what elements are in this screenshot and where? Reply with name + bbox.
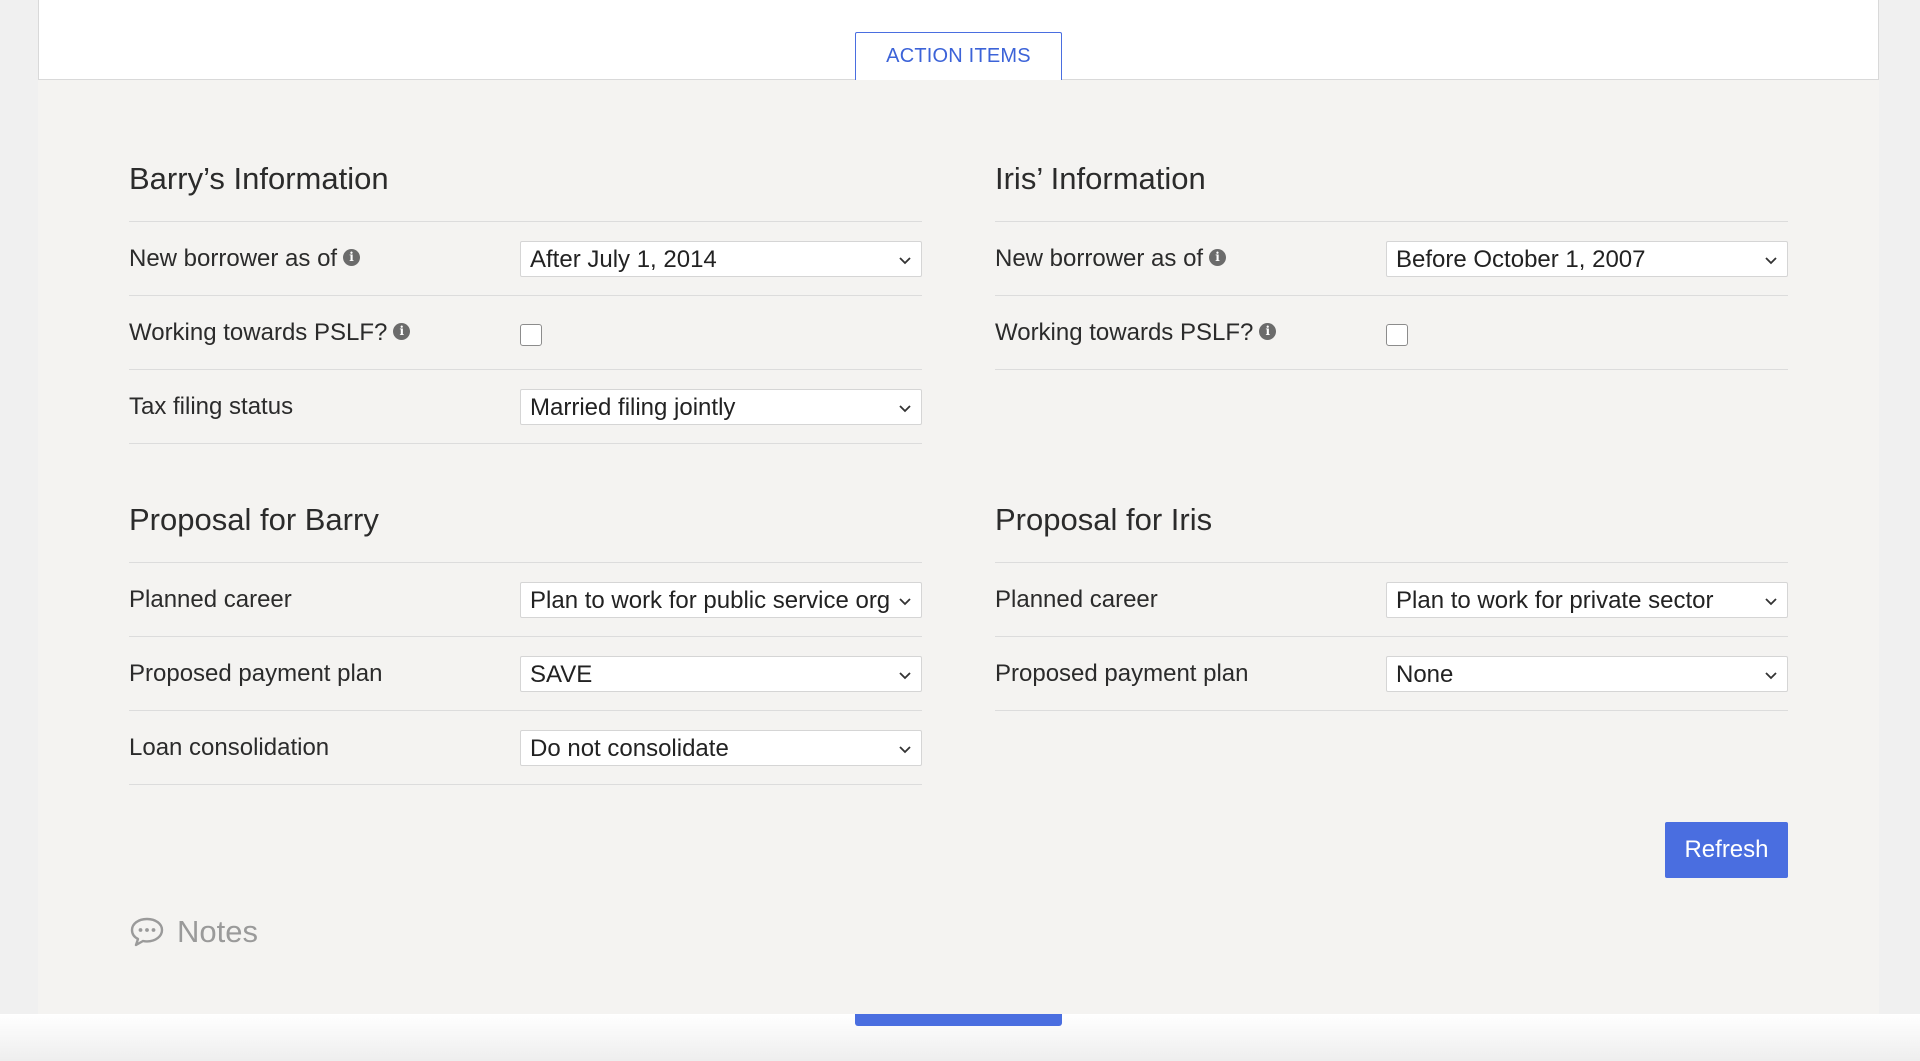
chat-bubble-icon — [130, 917, 164, 947]
select-loan-consolidation-barry[interactable]: Do not consolidate — [520, 730, 922, 766]
chevron-down-icon — [899, 405, 911, 413]
select-value: SAVE — [530, 661, 593, 688]
label-new-borrower: New borrower as of — [995, 245, 1204, 272]
section-title-iris-info: Iris’ Information — [995, 161, 1206, 196]
label-tax-filing: Tax filing status — [129, 393, 294, 420]
info-icon[interactable]: i — [1209, 249, 1227, 267]
label-new-borrower: New borrower as of — [129, 245, 338, 272]
chevron-down-icon — [899, 746, 911, 754]
row-tax-filing-barry: Tax filing status Married filing jointly — [129, 370, 922, 444]
row-planned-career-barry: Planned career Plan to work for public s… — [129, 563, 922, 637]
info-icon[interactable]: i — [343, 249, 361, 267]
info-icon[interactable]: i — [393, 323, 411, 341]
label-planned-career: Planned career — [995, 586, 1158, 613]
chevron-down-icon — [1765, 672, 1777, 680]
label-loan-consolidation: Loan consolidation — [129, 734, 330, 761]
notes-toggle[interactable]: Notes — [129, 910, 258, 954]
select-planned-career-iris[interactable]: Plan to work for private sector — [1386, 582, 1788, 618]
row-pslf-barry: Working towards PSLF? i — [129, 296, 922, 370]
select-payment-plan-iris[interactable]: None — [1386, 656, 1788, 692]
select-value: Before October 1, 2007 — [1396, 246, 1646, 273]
planner-panel: Barry’s Information New borrower as of i … — [38, 80, 1879, 1014]
chevron-down-icon — [1765, 598, 1777, 606]
notes-label: Notes — [177, 914, 258, 949]
row-new-borrower-barry: New borrower as of i After July 1, 2014 — [129, 222, 922, 296]
label-payment-plan: Proposed payment plan — [995, 660, 1249, 687]
checkbox-pslf-iris[interactable] — [1386, 324, 1408, 346]
select-value: Married filing jointly — [530, 394, 736, 421]
select-value: Plan to work for private sector — [1396, 587, 1714, 614]
iris-proposal-rows: Planned career Plan to work for private … — [995, 562, 1788, 711]
row-payment-plan-iris: Proposed payment plan None — [995, 637, 1788, 711]
checkbox-pslf-barry[interactable] — [520, 324, 542, 346]
select-planned-career-barry[interactable]: Plan to work for public service organiza… — [520, 582, 922, 618]
select-payment-plan-barry[interactable]: SAVE — [520, 656, 922, 692]
select-value: Do not consolidate — [530, 735, 729, 762]
barry-info-rows: New borrower as of i After July 1, 2014 W… — [129, 221, 922, 444]
iris-info-rows: New borrower as of i Before October 1, 20… — [995, 221, 1788, 370]
label-pslf: Working towards PSLF? — [129, 319, 388, 346]
section-title-iris-proposal: Proposal for Iris — [995, 502, 1213, 537]
select-value: None — [1396, 661, 1454, 688]
info-icon[interactable]: i — [1259, 323, 1277, 341]
row-new-borrower-iris: New borrower as of i Before October 1, 20… — [995, 222, 1788, 296]
chevron-down-icon — [899, 672, 911, 680]
select-tax-filing-barry[interactable]: Married filing jointly — [520, 389, 922, 425]
row-planned-career-iris: Planned career Plan to work for private … — [995, 563, 1788, 637]
select-value: After July 1, 2014 — [530, 246, 717, 273]
section-title-barry-info: Barry’s Information — [129, 161, 389, 196]
row-loan-consolidation-barry: Loan consolidation Do not consolidate — [129, 711, 922, 785]
label-payment-plan: Proposed payment plan — [129, 660, 383, 687]
select-new-borrower-barry[interactable]: After July 1, 2014 — [520, 241, 922, 277]
active-tab-indicator — [855, 1014, 1062, 1026]
chevron-down-icon — [1765, 257, 1777, 265]
refresh-button[interactable]: Refresh — [1665, 822, 1788, 878]
select-value: Plan to work for public service organiza… — [530, 587, 889, 614]
select-new-borrower-iris[interactable]: Before October 1, 2007 — [1386, 241, 1788, 277]
row-payment-plan-barry: Proposed payment plan SAVE — [129, 637, 922, 711]
row-pslf-iris: Working towards PSLF? i — [995, 296, 1788, 370]
barry-proposal-rows: Planned career Plan to work for public s… — [129, 562, 922, 785]
chevron-down-icon — [899, 257, 911, 265]
label-pslf: Working towards PSLF? — [995, 319, 1254, 346]
label-planned-career: Planned career — [129, 586, 292, 613]
tab-action-items[interactable]: ACTION ITEMS — [855, 32, 1062, 80]
section-title-barry-proposal: Proposal for Barry — [129, 502, 379, 537]
chevron-down-icon — [899, 598, 911, 606]
